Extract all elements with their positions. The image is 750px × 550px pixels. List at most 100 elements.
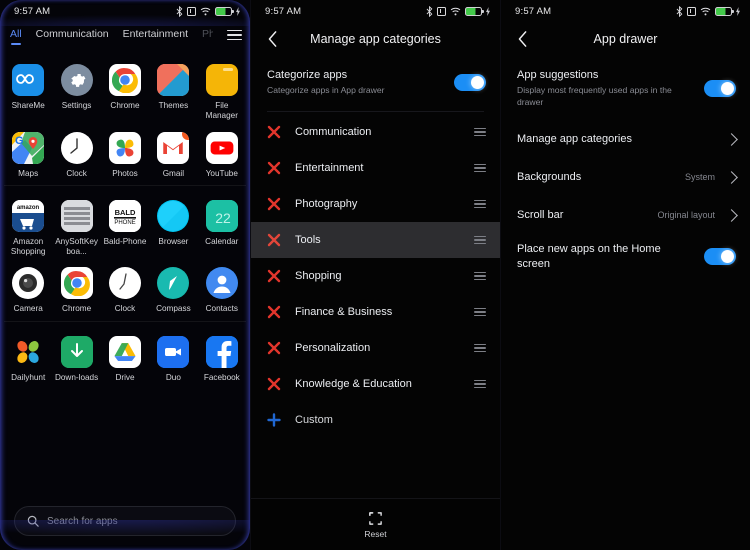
app-tile-amazon-shopping[interactable]: amazon Amazon Shopping [4, 194, 52, 258]
panel-app-drawer-settings: 9:57 AM App drawer App suggestions Displ… [500, 0, 750, 550]
drag-handle-icon[interactable] [474, 199, 486, 209]
tab-photography[interactable]: Ph [202, 28, 213, 46]
charging-bolt-icon [236, 6, 240, 16]
app-tile-browser[interactable]: Browser [149, 194, 197, 258]
app-tile-compass[interactable]: Compass [149, 261, 197, 314]
remove-x-icon[interactable] [267, 161, 281, 175]
category-row-personalization[interactable]: Personalization [251, 330, 500, 366]
clock-icon [108, 267, 141, 300]
drag-handle-icon[interactable] [474, 307, 486, 317]
wifi-icon [700, 7, 711, 15]
app-label: Camera [13, 304, 43, 314]
tab-all[interactable]: All [10, 28, 22, 46]
app-suggestions-toggle[interactable] [704, 79, 736, 97]
category-row-entertainment[interactable]: Entertainment [251, 150, 500, 186]
app-tile-duo[interactable]: Duo [149, 330, 197, 383]
app-label: Compass [156, 304, 191, 314]
reset-icon [369, 511, 382, 525]
drag-handle-icon[interactable] [474, 343, 486, 353]
app-tile-photos[interactable]: Photos [101, 126, 149, 179]
app-label: Gmail [162, 168, 185, 178]
app-tile-camera[interactable]: Camera [4, 261, 52, 314]
app-tile-clock-2[interactable]: Clock [101, 261, 149, 314]
search-input[interactable]: Search for apps [14, 506, 236, 536]
app-tile-facebook[interactable]: Facebook [198, 330, 246, 383]
tab-entertainment[interactable]: Entertainment [123, 28, 188, 46]
category-row-tools[interactable]: Tools [251, 221, 500, 258]
status-icons [176, 5, 240, 17]
hamburger-icon[interactable] [227, 29, 242, 45]
reset-label: Reset [364, 528, 387, 539]
app-tile-downloads[interactable]: Down-loads [52, 330, 100, 383]
category-row-knowledge-education[interactable]: Knowledge & Education [251, 366, 500, 402]
categorize-apps-text: Categorize apps Categorize apps in App d… [267, 68, 444, 97]
reset-button[interactable]: Reset [251, 498, 500, 550]
remove-x-icon[interactable] [267, 341, 281, 355]
app-tile-maps[interactable]: G Maps [4, 126, 52, 179]
panel-manage-app-categories: 9:57 AM Manage app categories Categorize… [250, 0, 500, 550]
place-new-apps-row[interactable]: Place new apps on the Home screen [501, 234, 750, 279]
status-bar: 9:57 AM [251, 0, 500, 22]
categorize-apps-toggle[interactable] [454, 73, 486, 91]
row-scroll-bar[interactable]: Scroll bar Original layout [501, 196, 750, 234]
category-label: Finance & Business [295, 305, 393, 318]
app-tile-chrome[interactable]: Chrome [101, 58, 149, 122]
app-tile-dailyhunt[interactable]: Dailyhunt [4, 330, 52, 383]
battery-icon [215, 6, 234, 16]
drag-handle-icon[interactable] [474, 235, 486, 245]
drag-handle-icon[interactable] [474, 127, 486, 137]
remove-x-icon[interactable] [267, 233, 281, 247]
remove-x-icon[interactable] [267, 197, 281, 211]
category-row-communication[interactable]: Communication [251, 114, 500, 150]
status-bar: 9:57 AM [0, 0, 250, 22]
app-tile-themes[interactable]: Themes [149, 58, 197, 122]
remove-x-icon[interactable] [267, 125, 281, 139]
themes-icon [157, 64, 190, 96]
app-tile-shareme[interactable]: ShareMe [4, 58, 52, 122]
app-suggestions-row[interactable]: App suggestions Display most frequently … [501, 56, 750, 120]
status-time: 9:57 AM [14, 5, 51, 17]
remove-x-icon[interactable] [267, 305, 281, 319]
drag-handle-icon[interactable] [474, 163, 486, 173]
app-tile-drive[interactable]: Drive [101, 330, 149, 383]
remove-x-icon[interactable] [267, 269, 281, 283]
app-tile-youtube[interactable]: YouTube [198, 126, 246, 179]
tab-communication[interactable]: Communication [36, 28, 109, 46]
app-tile-baldphone[interactable]: BALD PHONE Bald-Phone [101, 194, 149, 258]
calendar-icon: 22 [205, 199, 238, 232]
row-manage-app-categories[interactable]: Manage app categories [501, 120, 750, 158]
app-tile-contacts[interactable]: Contacts [198, 261, 246, 314]
app-tile-file-manager[interactable]: File Manager [198, 58, 246, 122]
app-suggestions-subtitle: Display most frequently used apps in the… [517, 85, 672, 107]
row-backgrounds[interactable]: Backgrounds System [501, 158, 750, 196]
app-tile-settings[interactable]: Settings [52, 58, 100, 122]
search-placeholder: Search for apps [47, 515, 118, 527]
drag-handle-icon[interactable] [474, 379, 486, 389]
drag-handle-icon[interactable] [474, 271, 486, 281]
category-row-shopping[interactable]: Shopping [251, 258, 500, 294]
place-new-apps-toggle[interactable] [704, 248, 736, 266]
app-label: Down-loads [54, 372, 99, 382]
app-label: AnySoftKeyboa... [55, 236, 98, 256]
category-row-custom[interactable]: Custom [251, 402, 500, 438]
app-label: Chrome [110, 101, 140, 110]
shareme-icon [12, 64, 45, 96]
app-tile-clock[interactable]: Clock [52, 126, 100, 179]
svg-text:G: G [15, 135, 24, 147]
remove-x-icon[interactable] [267, 377, 281, 391]
category-row-finance-business[interactable]: Finance & Business [251, 294, 500, 330]
add-plus-icon[interactable] [267, 413, 281, 427]
app-tile-chrome-2[interactable]: Chrome [52, 261, 100, 314]
row-label: Scroll bar [517, 209, 564, 222]
notification-badge: 1 [182, 131, 190, 140]
app-tile-gmail[interactable]: 1 Gmail [149, 126, 197, 179]
categorize-apps-row[interactable]: Categorize apps Categorize apps in App d… [251, 56, 500, 109]
app-label: Clock [114, 304, 136, 314]
category-row-photography[interactable]: Photography [251, 186, 500, 222]
category-label: Tools [295, 233, 321, 246]
app-label: Maps [18, 168, 39, 178]
app-tile-calendar[interactable]: 22 Calendar [198, 194, 246, 258]
app-tile-anysoftkeyboard[interactable]: AnySoftKeyboa... [52, 194, 100, 258]
amazon-icon: amazon [12, 199, 45, 232]
contacts-icon [205, 267, 238, 300]
